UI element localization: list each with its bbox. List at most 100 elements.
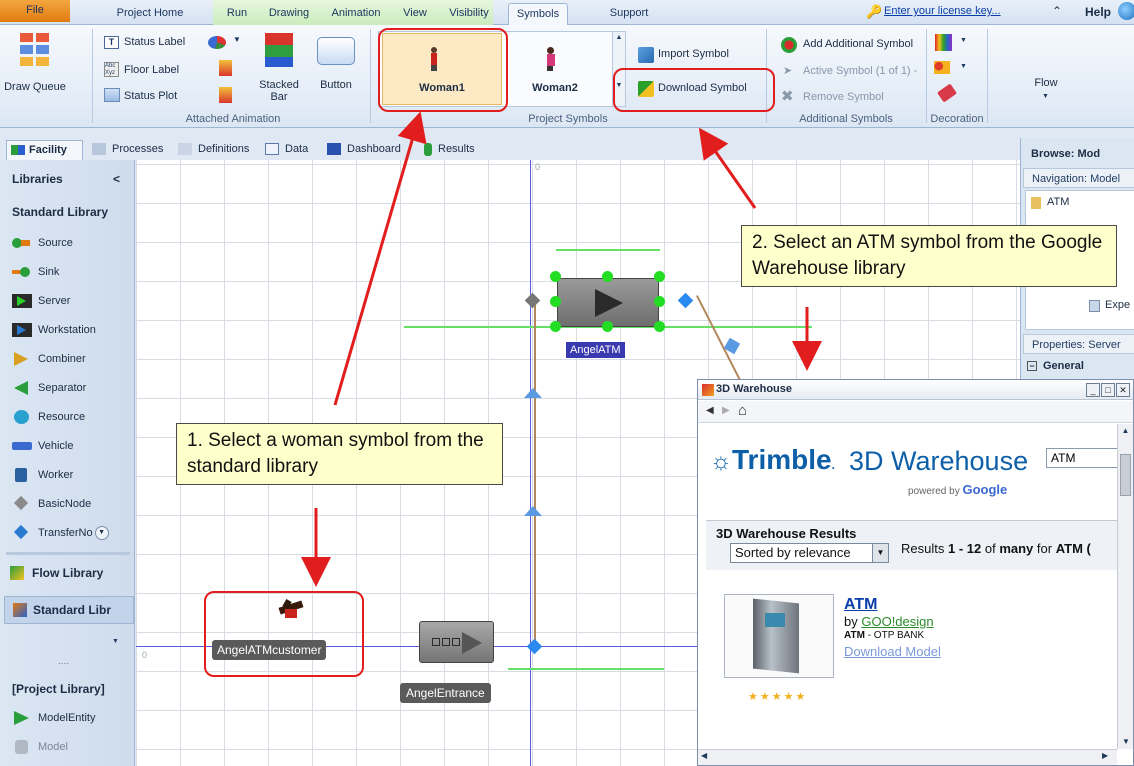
eraser-icon[interactable] (937, 83, 957, 103)
button-icon[interactable] (317, 37, 355, 65)
flow-library-tab[interactable]: Flow Library (10, 566, 103, 580)
source-object[interactable] (419, 621, 494, 663)
sort-select[interactable]: Sorted by relevance ▼ (730, 543, 889, 563)
selection-handle[interactable] (550, 296, 561, 307)
properties-general-category[interactable]: − General (1027, 360, 1084, 372)
library-item-server[interactable]: Server (12, 291, 70, 311)
selection-handle[interactable] (654, 296, 665, 307)
collapse-panel-button[interactable]: < (113, 172, 120, 186)
draw-queue-icon[interactable] (20, 33, 50, 67)
vertical-scrollbar[interactable]: ▲ ▼ (1117, 424, 1133, 749)
back-icon[interactable]: ◀ (706, 405, 714, 416)
library-item-sink[interactable]: Sink (12, 262, 59, 282)
library-item-transfernode[interactable]: TransferNo ▼ (12, 523, 109, 543)
remove-symbol-button[interactable]: Remove Symbol (803, 91, 884, 103)
chevron-down-icon[interactable]: ▼ (233, 35, 241, 44)
globe-icon[interactable] (1118, 2, 1134, 20)
chevron-down-icon[interactable]: ▼ (112, 638, 119, 645)
stacked-bar-button[interactable]: Stacked Bar (254, 79, 304, 103)
result-author-link[interactable]: GOO!design (861, 614, 933, 629)
selection-handle[interactable] (654, 321, 665, 332)
tab-symbols[interactable]: Symbols (508, 3, 568, 25)
tab-visibility[interactable]: Visibility (444, 3, 494, 25)
selection-handle[interactable] (550, 271, 561, 282)
button-button[interactable]: Button (316, 79, 356, 91)
tab-definitions[interactable]: Definitions (178, 143, 249, 155)
scroll-thumb[interactable] (1120, 454, 1131, 496)
library-item-vehicle[interactable]: Vehicle (12, 436, 73, 456)
status-plot-button[interactable]: Status Plot (124, 90, 177, 102)
chevron-down-icon[interactable]: ▼ (960, 63, 967, 70)
output-node[interactable] (677, 292, 694, 309)
tab-run[interactable]: Run (222, 3, 252, 25)
selection-handle[interactable] (654, 271, 665, 282)
standard-library-tab[interactable]: Standard Libr (4, 596, 134, 624)
source-label[interactable]: AngelEntrance (400, 683, 491, 703)
tab-dashboard[interactable]: Dashboard (327, 143, 401, 155)
server-object[interactable] (557, 278, 659, 327)
stacked-bar-icon[interactable] (265, 33, 293, 67)
result-title-link[interactable]: ATM (844, 596, 877, 614)
forward-icon[interactable]: ▶ (722, 405, 730, 416)
file-menu-tab[interactable]: File (0, 0, 70, 22)
texture-icon[interactable] (934, 61, 950, 74)
license-key-link[interactable]: Enter your license key... (884, 5, 1001, 17)
warehouse-titlebar[interactable]: 3D Warehouse _ □ ✕ (698, 380, 1133, 400)
library-item-combiner[interactable]: Combiner (12, 349, 86, 369)
draw-queue-button[interactable]: Draw Queue (2, 81, 68, 93)
library-item-basicnode[interactable]: BasicNode (12, 494, 91, 514)
project-item-modelentity[interactable]: ModelEntity (12, 708, 95, 728)
collapse-icon: − (1027, 361, 1037, 371)
close-button[interactable]: ✕ (1116, 383, 1130, 397)
tab-results[interactable]: Results (422, 143, 475, 156)
add-additional-symbol-button[interactable]: Add Additional Symbol (803, 38, 913, 50)
selection-handle[interactable] (550, 321, 561, 332)
gauge-alt-icon[interactable] (219, 87, 232, 103)
selection-handle[interactable] (602, 271, 613, 282)
tab-facility[interactable]: Facility (6, 140, 83, 160)
tab-drawing[interactable]: Drawing (264, 3, 314, 25)
nav-item-atm[interactable]: ATM (1031, 196, 1069, 209)
home-icon[interactable]: ⌂ (738, 402, 747, 419)
help-menu[interactable]: Help (1085, 5, 1111, 19)
tab-data[interactable]: Data (265, 143, 308, 155)
floor-label-button[interactable]: Floor Label (124, 64, 179, 76)
library-item-resource[interactable]: Resource (12, 407, 85, 427)
warehouse-search-input[interactable] (1046, 448, 1117, 468)
minimize-button[interactable]: _ (1086, 383, 1100, 397)
horizontal-scrollbar[interactable]: ◀ ▶ (698, 749, 1117, 765)
active-symbol-dropdown[interactable]: Active Symbol (1 of 1) - (803, 65, 917, 77)
tab-support[interactable]: Support (604, 3, 654, 25)
server-label[interactable]: AngelATM (566, 342, 625, 358)
gauge-icon[interactable] (219, 60, 232, 76)
download-model-link[interactable]: Download Model (844, 644, 941, 659)
scroll-down-icon[interactable]: ▼ (94, 526, 109, 541)
flow-button[interactable]: Flow (1026, 77, 1066, 89)
trimble-logo: ☼Trimble. (710, 444, 835, 475)
minimize-ribbon-icon[interactable]: ⌃ (1052, 4, 1062, 18)
tab-processes[interactable]: Processes (92, 143, 163, 155)
atm-model-thumbnail[interactable] (724, 594, 834, 678)
color-palette-icon[interactable] (935, 34, 952, 51)
pie-chart-icon[interactable] (208, 36, 226, 49)
chevron-down-icon[interactable]: ▼ (960, 37, 967, 44)
import-symbol-button[interactable]: Import Symbol (658, 48, 729, 60)
tab-project-home[interactable]: Project Home (108, 3, 192, 25)
woman2-symbol[interactable]: Woman2 (510, 82, 600, 94)
input-node[interactable] (524, 292, 541, 309)
nav-item-expe[interactable]: Expe (1089, 299, 1130, 312)
library-item-workstation[interactable]: Workstation (12, 320, 96, 340)
library-item-label: Server (38, 295, 71, 307)
standard-library-heading: Standard Library (12, 205, 109, 219)
tab-view[interactable]: View (398, 3, 432, 25)
library-item-worker[interactable]: Worker (12, 465, 73, 485)
selection-handle[interactable] (602, 321, 613, 332)
library-item-separator[interactable]: Separator (12, 378, 86, 398)
maximize-button[interactable]: □ (1101, 383, 1115, 397)
library-item-source[interactable]: Source (12, 233, 73, 253)
status-label-button[interactable]: Status Label (124, 36, 185, 48)
project-item-model[interactable]: Model (12, 737, 68, 757)
tab-animation[interactable]: Animation (326, 3, 386, 25)
library-item-label: TransferNo (38, 527, 93, 539)
chevron-down-icon[interactable]: ▼ (1042, 93, 1049, 100)
